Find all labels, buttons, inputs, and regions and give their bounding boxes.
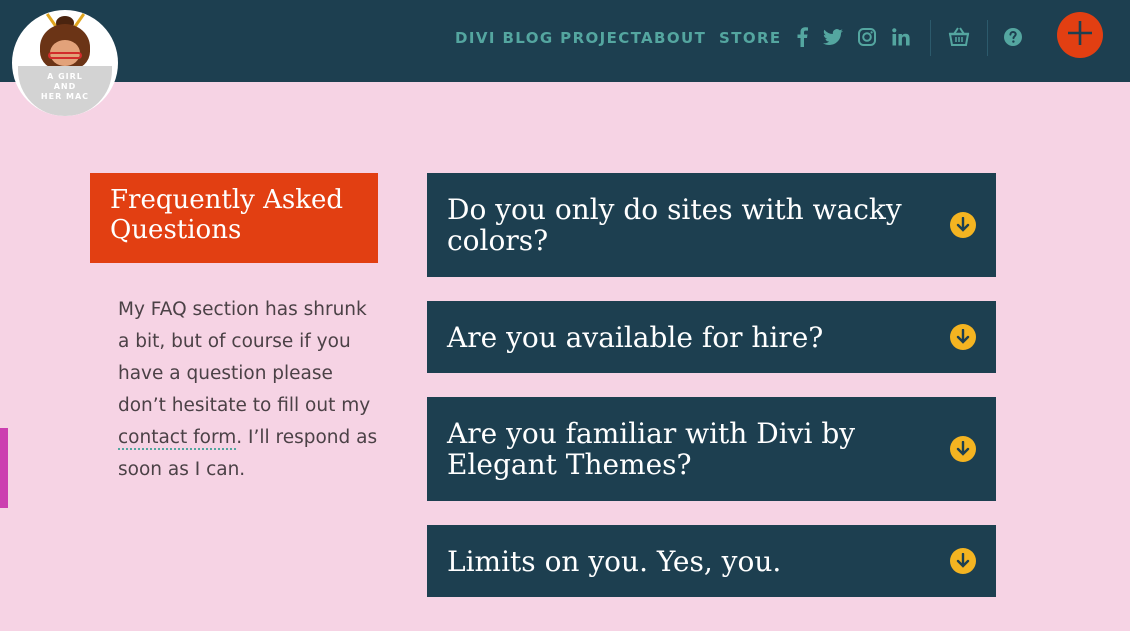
faq-accordion-item[interactable]: Limits on you. Yes, you. (427, 525, 996, 597)
faq-intro: My FAQ section has shrunk a bit, but of … (118, 294, 380, 486)
logo-line-2: AND (53, 82, 77, 91)
accordion-question: Are you familiar with Divi by Elegant Th… (447, 417, 856, 481)
instagram-icon[interactable] (856, 26, 878, 48)
basket-icon[interactable] (948, 26, 970, 48)
plus-icon (1067, 20, 1093, 50)
arrow-down-circle-icon[interactable] (950, 212, 976, 238)
site-logo[interactable]: A GIRL AND HER MAC (12, 10, 118, 116)
linkedin-icon[interactable] (890, 26, 912, 48)
logo-line-3: HER MAC (40, 92, 90, 101)
help-icon[interactable] (1002, 26, 1024, 48)
logo-line-1: A GIRL (47, 72, 83, 81)
nav-about[interactable]: ABOUT (641, 29, 706, 47)
faq-accordion-item[interactable]: Do you only do sites with wacky colors? (427, 173, 996, 277)
nav-divi-blog-project[interactable]: DIVI BLOG PROJECT (455, 29, 642, 47)
faq-intro-text: My FAQ section has shrunk a bit, but of … (118, 299, 371, 416)
accordion-question: Limits on you. Yes, you. (447, 544, 782, 578)
plus-button[interactable] (1057, 12, 1103, 58)
facebook-icon[interactable] (791, 26, 813, 48)
nav-store[interactable]: STORE (719, 29, 782, 47)
twitter-icon[interactable] (822, 26, 844, 48)
faq-title: Frequently Asked Questions (90, 173, 378, 263)
logo-text: A GIRL AND HER MAC (28, 72, 102, 102)
arrow-down-circle-icon[interactable] (950, 436, 976, 462)
arrow-down-circle-icon[interactable] (950, 548, 976, 574)
accordion-question: Are you available for hire? (447, 320, 824, 354)
contact-form-link[interactable]: contact form (118, 427, 237, 450)
accordion-question: Do you only do sites with wacky colors? (447, 193, 902, 257)
glasses (48, 52, 82, 59)
arrow-down-circle-icon[interactable] (950, 324, 976, 350)
side-accent-bar (0, 428, 8, 508)
faq-accordion-item[interactable]: Are you available for hire? (427, 301, 996, 373)
nav-divider-1 (930, 20, 931, 56)
nav-divider-2 (987, 20, 988, 56)
faq-accordion-item[interactable]: Are you familiar with Divi by Elegant Th… (427, 397, 996, 501)
